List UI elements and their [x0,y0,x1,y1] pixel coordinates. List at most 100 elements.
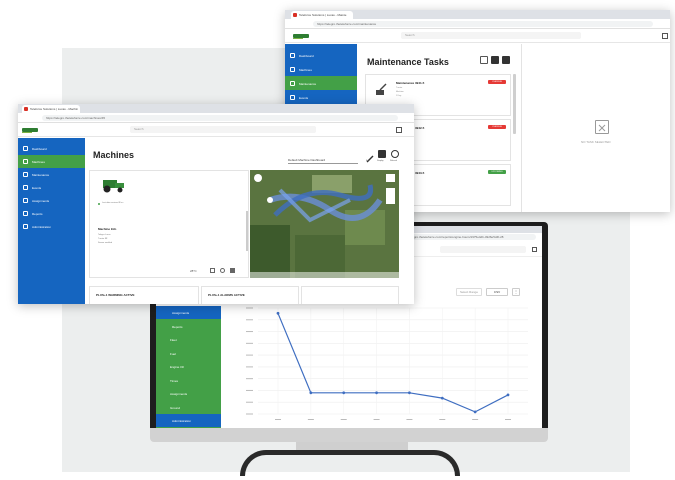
machine-info-line: Tractor 8R [98,238,108,240]
task-detail: Tractor [396,87,403,89]
data-point[interactable] [276,311,280,315]
machines-search-input[interactable]: Search [130,126,316,133]
y-tick-label [246,366,253,368]
sidebar-item-label: Events [32,186,42,190]
data-point[interactable] [342,391,346,395]
y-tick-label [246,401,253,403]
machine-info-title: Machine Info [98,227,117,231]
edit-icon[interactable] [366,150,374,163]
y-tick-label [246,319,253,321]
zoom-control[interactable] [386,188,395,204]
task-status-badge: OVERDUE [488,125,506,129]
tools-icon[interactable] [210,268,215,273]
monitor-sidebar-item-administration[interactable]: Administration [156,414,221,427]
edit-label: Edit [366,160,370,162]
dashboard-select[interactable]: Default Machine Dashboard [288,158,325,162]
machines-appbar: Search [18,123,414,137]
machine-thumbnail-icon [374,83,388,97]
machine-info-line: Sensor enabled [98,242,113,244]
maintenance-tab[interactable]: Teleforce Solutions | Lucas - Mainte [291,11,353,19]
machines-tab[interactable]: Teleforce Solutions | Lucas - Machin [22,105,80,113]
machines-url[interactable]: https://telegro.theteleforce.com/machine… [42,115,398,121]
sidebar-item-maintenance[interactable]: Maintenance [285,76,357,90]
task-status-badge: OVERDUE [488,80,506,84]
task-detail: 1 Day [396,95,402,97]
x-tick-label [439,419,446,420]
data-point[interactable] [440,396,444,400]
series-line [277,313,509,413]
sidebar-item-assignments[interactable]: Assignments [18,194,85,207]
data-point[interactable] [309,391,313,395]
brand-logo [293,34,309,39]
display-icon[interactable] [378,150,386,158]
data-point[interactable] [473,410,477,414]
machine-info-line: Telegro Lucas [98,234,111,236]
task-detail: Machine [396,91,404,93]
select-range-button[interactable]: Select Range [456,288,482,296]
sidebar-item-label: Times [170,378,179,383]
monitor-sidebar-item-fleet[interactable]: Fleet [156,333,221,346]
monitor-sidebar-item-assignments[interactable]: Assignments [156,306,221,319]
monitor-sidebar-item-times[interactable]: Times [156,374,221,387]
temperature-value: 28°C [190,269,197,273]
tractor-image [100,179,126,193]
sidebar-item-dashboard[interactable]: Dashboard [18,142,85,155]
data-point[interactable] [375,391,378,395]
sort-button[interactable] [491,56,499,64]
alarms-widget: PLUS+1 ALARMS ACTIVE [201,286,299,304]
refresh-icon[interactable] [391,150,399,158]
monitor-sidebar-item-ground[interactable]: Ground [156,401,221,414]
filter-button[interactable] [480,56,488,64]
monitor-sidebar-item-reports[interactable]: Reports [156,320,221,333]
task-status-badge: UPCOMING [488,170,506,174]
sidebar-item-label: Fuel [170,351,176,356]
sidebar-item-label: Assignments [172,311,190,315]
machines-urlbar: https://telegro.theteleforce.com/machine… [18,113,414,123]
maintenance-url[interactable]: https://telegro.theteleforce.com/mainten… [313,21,653,27]
sidebar-item-administration[interactable]: Administration [18,220,85,233]
administration-icon [23,224,28,229]
fullscreen-button[interactable] [386,174,395,182]
status-dot [98,203,100,205]
sidebar-item-machines[interactable]: Machines [285,62,357,76]
monitor-sidebar-item-engine-oil[interactable]: Engine Oil [156,360,221,373]
more-button[interactable]: ⋮ [512,288,520,296]
location-icon[interactable] [220,268,225,273]
refresh-label: Refresh [390,160,398,162]
machines-sidebar: Dashboard Machines Maintenance Events Assign… [18,138,85,304]
monitor-sidebar-item-fuel[interactable]: Fuel [156,347,221,360]
x-tick-label [406,419,413,420]
maintenance-icon [23,172,28,177]
monitor-account-icon[interactable] [532,247,537,252]
csv-button[interactable]: CSV [486,288,508,296]
sidebar-item-events[interactable]: Events [18,181,85,194]
card-scrollbar[interactable] [246,211,248,251]
machine-map[interactable] [250,170,399,278]
add-task-button[interactable] [502,56,510,64]
data-point[interactable] [408,391,411,395]
task-list-scrollbar[interactable] [513,74,516,134]
sidebar-item-reports[interactable]: Reports [18,207,85,220]
account-icon[interactable] [396,127,402,133]
monitor-url[interactable]: https://telegro.theteleforce.com/reports… [396,234,536,240]
sidebar-item-label: Events [299,95,309,100]
sidebar-item-machines[interactable]: Machines [18,155,85,168]
reports-icon [23,211,28,216]
monitor-search[interactable] [440,246,526,253]
delete-icon[interactable] [230,268,235,273]
data-point[interactable] [506,393,510,397]
monitor-sidebar-item-assignments[interactable]: Assignments [156,387,221,400]
sidebar-item-dashboard[interactable]: Dashboard [285,48,357,62]
machines-icon [290,66,295,72]
sidebar-item-label: Machines [32,160,45,164]
warning-widget-title: PLUS+1 WARNING ACTIVE [96,293,135,297]
sidebar-item-events[interactable]: Events [285,90,357,104]
x-tick-label [472,419,479,420]
line-chart [246,307,528,420]
y-tick-label [246,331,253,333]
sidebar-item-label: Dashboard [299,53,314,58]
account-icon[interactable] [662,33,668,39]
maintenance-search-input[interactable]: Search [401,32,581,39]
sidebar-item-maintenance[interactable]: Maintenance [18,168,85,181]
map-center-button[interactable] [254,174,262,182]
